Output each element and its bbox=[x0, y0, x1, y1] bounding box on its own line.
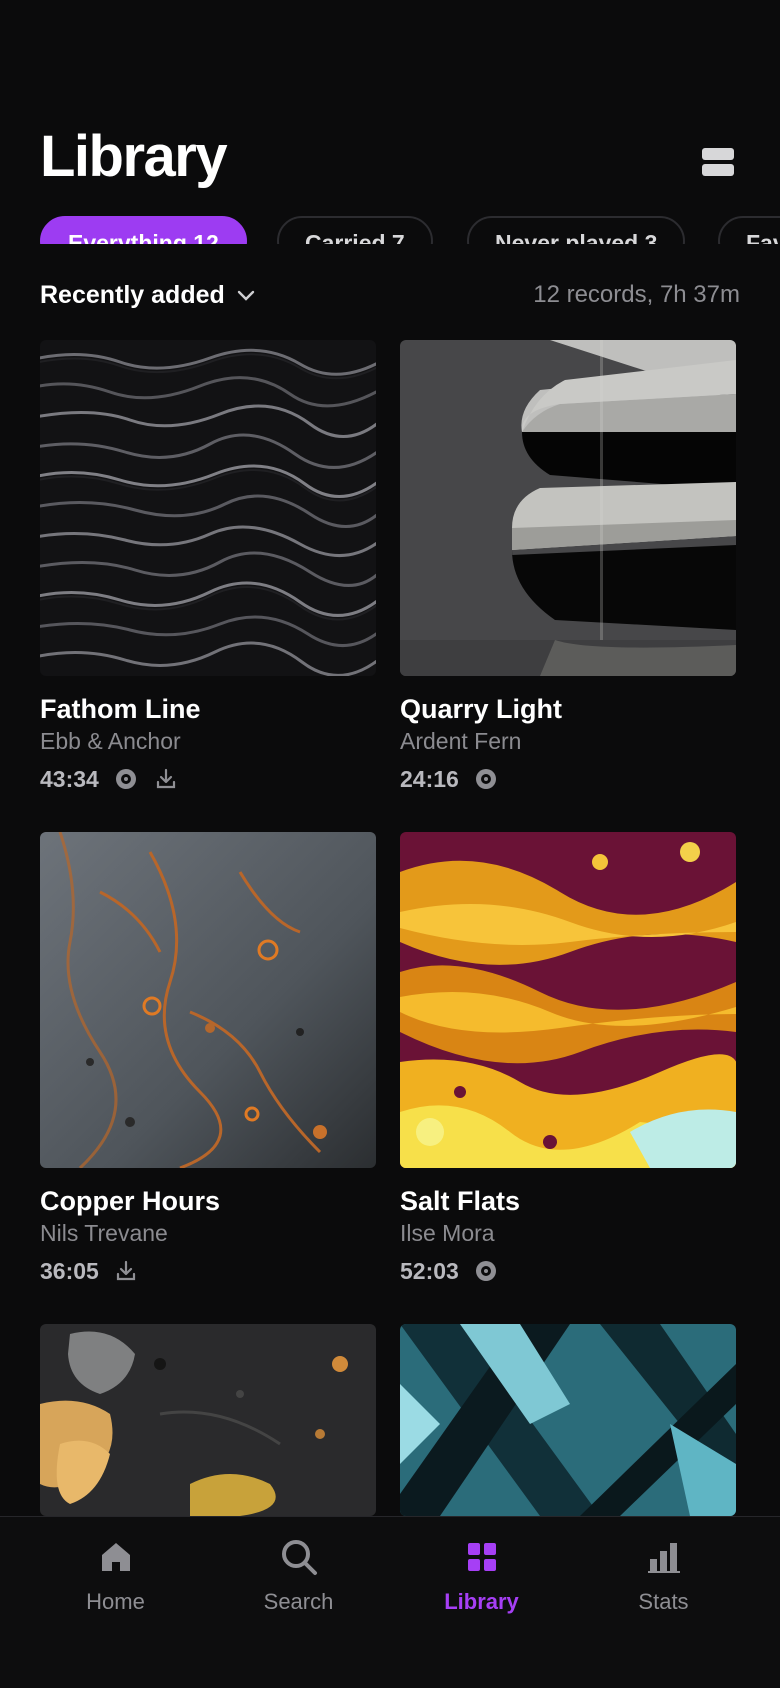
chevron-down-icon bbox=[237, 290, 254, 301]
tab-home[interactable]: Home bbox=[18, 1537, 213, 1615]
vinyl-icon bbox=[475, 1261, 496, 1281]
record-card-quarry-light[interactable]: Quarry Light Ardent Fern 24:16 bbox=[400, 340, 736, 794]
record-title: Copper Hours bbox=[40, 1186, 221, 1216]
filter-chip-everything[interactable]: Everything 12 bbox=[40, 216, 247, 244]
search-icon bbox=[281, 1540, 317, 1575]
download-icon bbox=[156, 768, 175, 789]
record-duration: 24:16 bbox=[400, 765, 459, 792]
sort-label: Recently added bbox=[40, 281, 225, 309]
record-meta: 43:34 bbox=[40, 764, 376, 794]
filter-chips: Everything 12 Carried 7 Never played 3 F… bbox=[0, 216, 780, 244]
album-art bbox=[40, 340, 376, 676]
filter-chip-never-played[interactable]: Never played 3 bbox=[467, 216, 686, 244]
record-title: Quarry Light bbox=[400, 694, 563, 724]
tab-search[interactable]: Search bbox=[201, 1537, 396, 1615]
record-artist: Ebb & Anchor bbox=[40, 728, 181, 754]
tab-home-label: Home bbox=[86, 1589, 145, 1614]
page-title: Library bbox=[40, 124, 228, 189]
vinyl-icon bbox=[475, 769, 496, 789]
list-view-icon bbox=[702, 148, 734, 160]
album-art bbox=[400, 832, 736, 1168]
view-toggle-button[interactable] bbox=[702, 148, 736, 178]
record-card-salt-flats[interactable]: Salt Flats Ilse Mora 52:03 bbox=[400, 832, 736, 1286]
record-card-fathom-line[interactable]: Fathom Line Ebb & Anchor 43:34 bbox=[40, 340, 376, 794]
filter-chip-favourites[interactable]: Favourites bbox=[718, 216, 780, 244]
tab-search-label: Search bbox=[263, 1589, 334, 1614]
sort-dropdown[interactable]: Recently added bbox=[40, 281, 255, 310]
album-art bbox=[400, 1324, 736, 1516]
record-duration: 52:03 bbox=[400, 1257, 459, 1284]
tab-library-label: Library bbox=[444, 1589, 519, 1614]
filter-chip-carried[interactable]: Carried 7 bbox=[277, 216, 433, 244]
record-artist: Ardent Fern bbox=[400, 728, 522, 754]
download-icon bbox=[116, 1260, 135, 1281]
record-artist: Nils Trevane bbox=[40, 1220, 168, 1246]
bottom-tab-bar: Home Search Library Stats bbox=[0, 1516, 780, 1688]
tab-stats-label: Stats bbox=[638, 1589, 689, 1614]
record-artist: Ilse Mora bbox=[400, 1220, 495, 1246]
tab-stats[interactable]: Stats bbox=[566, 1537, 761, 1615]
record-duration: 43:34 bbox=[40, 765, 99, 792]
bar-chart-icon bbox=[647, 1543, 680, 1573]
record-title: Salt Flats bbox=[400, 1186, 521, 1216]
record-duration: 36:05 bbox=[40, 1257, 99, 1284]
vinyl-icon bbox=[115, 769, 136, 789]
record-card-copper-hours[interactable]: Copper Hours Nils Trevane 36:05 bbox=[40, 832, 376, 1286]
album-art bbox=[400, 340, 736, 676]
library-summary: 12 records, 7h 37m bbox=[533, 281, 740, 308]
album-art bbox=[40, 1324, 376, 1516]
record-card-partial-right[interactable] bbox=[400, 1324, 736, 1516]
record-meta: 24:16 bbox=[400, 764, 736, 794]
grid-icon bbox=[467, 1543, 496, 1571]
record-card-partial-left[interactable] bbox=[40, 1324, 376, 1516]
album-art bbox=[40, 832, 376, 1168]
tab-library[interactable]: Library bbox=[384, 1537, 579, 1615]
record-meta: 52:03 bbox=[400, 1256, 736, 1286]
record-title: Fathom Line bbox=[40, 694, 201, 724]
record-meta: 36:05 bbox=[40, 1256, 376, 1286]
home-icon bbox=[101, 1543, 130, 1571]
library-screen: Library Everything 12 Carried 7 Never pl… bbox=[0, 0, 780, 1688]
